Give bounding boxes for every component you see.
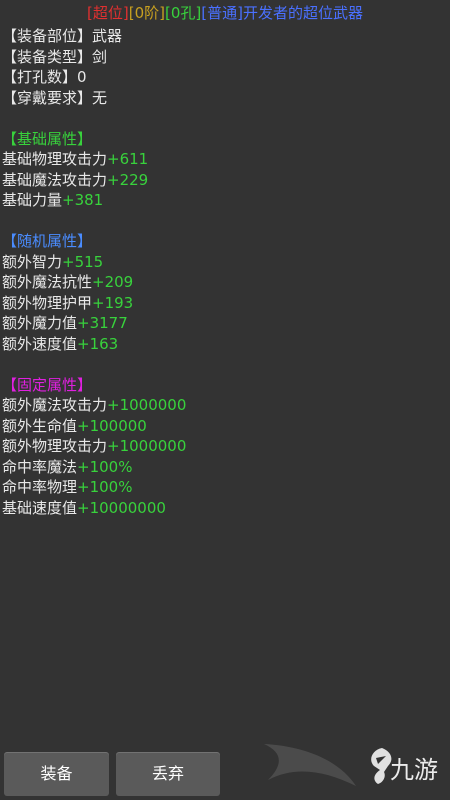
item-details: 【装备部位】武器 【装备类型】剑 【打孔数】0 【穿戴要求】无 【基础属性】 基… [0, 26, 450, 518]
info-value: 0 [77, 68, 87, 86]
stat-value: +100000 [77, 416, 147, 435]
stat-value: +209 [92, 273, 134, 291]
info-type: 【装备类型】剑 [0, 47, 450, 68]
info-requirement: 【穿戴要求】无 [0, 88, 450, 109]
title-segment-tier: [超位] [87, 4, 129, 22]
stat-row: 额外速度值+163 [0, 334, 450, 355]
info-label: 【装备类型】 [2, 47, 93, 66]
info-label: 【装备部位】 [2, 27, 93, 45]
title-segment-rank: [0阶] [128, 4, 165, 22]
stat-name: 基础力量 [2, 191, 63, 209]
stat-row: 基础物理攻击力+611 [0, 149, 450, 170]
stat-value: +10000000 [77, 498, 166, 517]
stat-name: 额外生命值 [2, 416, 78, 435]
title-segment-slots: [0孔] [164, 4, 202, 22]
stat-row: 额外物理护甲+193 [0, 293, 450, 314]
stat-row: 基础力量+381 [0, 190, 450, 211]
stat-value: +100% [77, 457, 133, 476]
equip-button[interactable]: 装备 [4, 752, 109, 796]
stat-name: 基础魔法攻击力 [2, 170, 108, 189]
stat-value: +381 [62, 191, 104, 209]
item-title: [超位][0阶][0孔][普通]开发者的超位武器 [0, 2, 450, 24]
info-value: 无 [92, 88, 108, 107]
drop-button[interactable]: 丢弃 [116, 752, 220, 796]
stat-name: 额外智力 [2, 252, 63, 271]
section-title-basic: 【基础属性】 [2, 129, 93, 148]
stat-value: +163 [77, 334, 119, 353]
stat-name: 额外魔力值 [2, 314, 78, 332]
stat-value: +1000000 [107, 437, 187, 455]
info-holes: 【打孔数】0 [0, 67, 450, 88]
stat-value: +3177 [77, 314, 128, 332]
jiuyou-logo-icon: 九游 [264, 744, 438, 786]
section-title-fixed: 【固定属性】 [2, 375, 93, 394]
info-slot: 【装备部位】武器 [0, 26, 450, 47]
title-segment-name: 开发者的超位武器 [242, 4, 363, 22]
stat-name: 额外速度值 [2, 334, 78, 353]
stat-row: 基础魔法攻击力+229 [0, 170, 450, 191]
stat-name: 额外魔法抗性 [2, 273, 93, 291]
stat-name: 额外物理护甲 [2, 293, 93, 312]
section-title-random: 【随机属性】 [2, 232, 93, 250]
watermark-text: 九游 [390, 756, 438, 784]
stat-row: 额外物理攻击力+1000000 [0, 436, 450, 457]
info-value: 武器 [92, 27, 123, 45]
stat-name: 额外物理攻击力 [2, 437, 108, 455]
stat-value: +515 [62, 252, 104, 271]
stat-value: +229 [107, 170, 149, 189]
stat-name: 额外魔法攻击力 [2, 396, 108, 414]
stat-row: 基础速度值+10000000 [0, 498, 450, 519]
stat-row: 额外魔力值+3177 [0, 313, 450, 334]
stat-row: 额外生命值+100000 [0, 416, 450, 437]
stat-value: +100% [77, 478, 133, 496]
stat-name: 基础物理攻击力 [2, 150, 108, 168]
stat-row: 额外魔法攻击力+1000000 [0, 395, 450, 416]
stat-name: 命中率魔法 [2, 457, 78, 476]
stat-value: +611 [107, 150, 149, 168]
info-label: 【打孔数】 [2, 68, 78, 86]
info-label: 【穿戴要求】 [2, 88, 93, 107]
stat-name: 基础速度值 [2, 498, 78, 517]
stat-value: +193 [92, 293, 134, 312]
watermark: 九游 [244, 736, 444, 792]
stat-row: 额外智力+515 [0, 252, 450, 273]
stat-row: 命中率物理+100% [0, 477, 450, 498]
stat-name: 命中率物理 [2, 478, 78, 496]
title-segment-quality: [普通] [201, 4, 243, 22]
info-value: 剑 [92, 47, 108, 66]
stat-row: 额外魔法抗性+209 [0, 272, 450, 293]
stat-row: 命中率魔法+100% [0, 457, 450, 478]
stat-value: +1000000 [107, 396, 187, 414]
